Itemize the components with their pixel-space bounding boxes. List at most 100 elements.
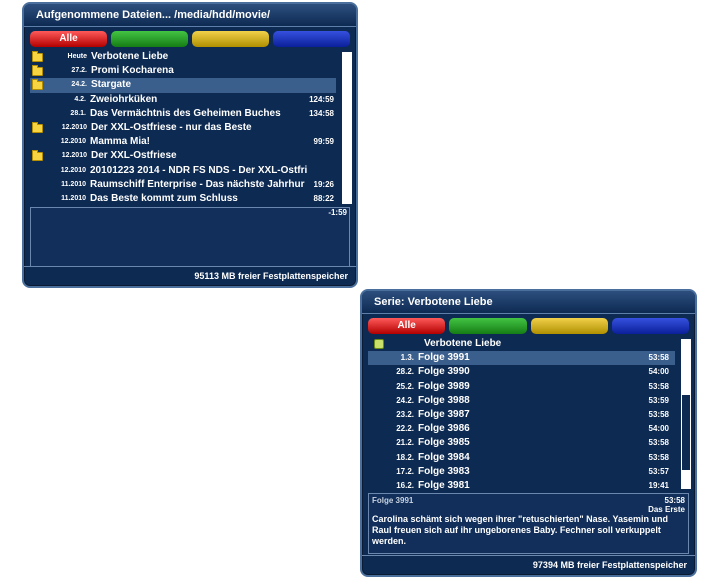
recording-duration: 134:58 xyxy=(309,108,334,118)
folder-icon xyxy=(32,149,43,161)
recording-date: 11.2010 xyxy=(61,180,86,188)
scrollbar[interactable] xyxy=(681,339,691,489)
recording-row[interactable]: 12.2010 Mamma Mia! 99:59 xyxy=(30,135,336,149)
recording-date: 12.2010 xyxy=(60,138,86,146)
recording-title: Der XXL-Ostfriese xyxy=(91,150,177,162)
window-title: Aufgenommene Dateien... /media/hdd/movie… xyxy=(24,4,356,27)
recording-duration: 88:22 xyxy=(313,193,334,203)
recording-title: Mamma Mia! xyxy=(90,136,151,148)
episode-date: 24.2. xyxy=(396,395,414,405)
episode-row[interactable]: 18.2. Folge 3984 53:58 xyxy=(368,451,675,465)
recording-date: 12.2010 xyxy=(61,152,87,160)
episode-duration: 53:58 xyxy=(648,438,669,448)
episode-row[interactable]: 16.2. Folge 3981 19:41 xyxy=(368,479,675,493)
episode-title: Folge 3988 xyxy=(418,394,470,406)
info-time: 53:58 xyxy=(664,496,685,505)
color-button-bar: Alle xyxy=(362,314,695,337)
recording-row[interactable]: 11.2010 Raumschiff Enterprise - Das nächs… xyxy=(30,178,336,192)
red-button[interactable]: Alle xyxy=(368,318,446,334)
episode-duration: 53:58 xyxy=(648,452,669,462)
episode-date: 21.2. xyxy=(396,438,414,448)
episode-date: 18.2. xyxy=(396,452,414,462)
recording-date: 4.2. xyxy=(74,95,86,103)
recording-date: 27.2. xyxy=(71,67,87,75)
series-header-row[interactable]: Verbotene Liebe xyxy=(368,337,675,351)
recording-title: Das Beste kommt zum Schluss xyxy=(90,192,238,204)
episode-date: 25.2. xyxy=(396,381,414,391)
recording-row[interactable]: 24.2. Stargate xyxy=(30,78,336,93)
episode-title: Folge 3989 xyxy=(418,380,470,392)
series-window: Serie: Verbotene Liebe Alle Verbotene Li… xyxy=(360,289,697,577)
yellow-button[interactable] xyxy=(192,31,269,47)
episode-duration: 53:58 xyxy=(648,353,669,363)
episode-title: Folge 3990 xyxy=(418,366,470,378)
episode-title: Folge 3983 xyxy=(418,465,470,477)
blue-button[interactable] xyxy=(611,318,689,334)
episode-row[interactable]: 28.2. Folge 3990 54:00 xyxy=(368,365,675,379)
green-button[interactable] xyxy=(449,318,527,334)
recording-duration: 99:59 xyxy=(313,137,334,147)
recording-row[interactable]: 12.2010 20101223 2014 - NDR FS NDS - Der … xyxy=(30,164,336,178)
recording-title: Das Vermächtnis des Geheimen Buches xyxy=(90,107,281,119)
episode-duration: 53:58 xyxy=(648,410,669,420)
episode-date: 22.2. xyxy=(396,424,414,434)
recording-row[interactable]: 4.2. Zweiohrküken 124:59 xyxy=(30,93,336,107)
recording-title: Promi Kocharena xyxy=(91,65,174,77)
free-space-footer: 97394 MB freier Festplattenspeicher xyxy=(362,555,695,574)
recording-duration: 19:26 xyxy=(313,179,334,189)
recording-row[interactable]: 11.2010 Das Beste kommt zum Schluss 88:22 xyxy=(30,192,336,206)
recording-date: 24.2. xyxy=(71,81,87,89)
info-box: -1:59 xyxy=(30,207,350,267)
blue-button[interactable] xyxy=(273,31,350,47)
folder-icon xyxy=(32,78,43,90)
recording-date: 28.1. xyxy=(70,109,86,117)
info-description: Carolina schämt sich wegen ihrer "retusc… xyxy=(372,514,668,546)
series-folder-icon xyxy=(374,339,384,350)
episode-row[interactable]: 21.2. Folge 3985 53:58 xyxy=(368,436,675,450)
recording-row[interactable]: 12.2010 Der XXL-Ostfriese xyxy=(30,149,336,163)
episode-date: 1.3. xyxy=(400,353,414,363)
recording-row[interactable]: 28.1. Das Vermächtnis des Geheimen Buches… xyxy=(30,107,336,121)
red-button[interactable]: Alle xyxy=(30,31,107,47)
yellow-button[interactable] xyxy=(530,318,608,334)
episode-row[interactable]: 17.2. Folge 3983 53:57 xyxy=(368,465,675,479)
episode-row[interactable]: 23.2. Folge 3987 53:58 xyxy=(368,408,675,422)
episode-title: Folge 3986 xyxy=(418,423,470,435)
episode-list: Verbotene Liebe 1.3. Folge 3991 53:58 28.2.… xyxy=(368,337,675,493)
window-title: Serie: Verbotene Liebe xyxy=(362,291,695,314)
scrollbar[interactable] xyxy=(342,52,352,204)
free-space-footer: 95113 MB freier Festplattenspeicher xyxy=(24,266,356,285)
series-name: Verbotene Liebe xyxy=(424,338,502,350)
recordings-window: Aufgenommene Dateien... /media/hdd/movie… xyxy=(22,2,358,288)
episode-duration: 19:41 xyxy=(648,480,669,490)
episode-duration: 54:00 xyxy=(648,424,669,434)
scrollbar-thumb[interactable] xyxy=(681,394,691,471)
recording-date: 12.2010 xyxy=(61,124,87,132)
episode-row[interactable]: 22.2. Folge 3986 54:00 xyxy=(368,422,675,436)
recording-row[interactable]: Heute Verbotene Liebe xyxy=(30,50,336,64)
recording-date: 12.2010 xyxy=(60,166,86,174)
episode-duration: 53:57 xyxy=(648,466,669,476)
episode-date: 28.2. xyxy=(396,367,414,377)
info-channel: Das Erste xyxy=(648,505,685,514)
folder-icon xyxy=(32,50,43,62)
episode-row[interactable]: 24.2. Folge 3988 53:59 xyxy=(368,394,675,408)
episode-duration: 54:00 xyxy=(648,367,669,377)
episode-row[interactable]: 1.3. Folge 3991 53:58 xyxy=(368,351,675,366)
color-button-bar: Alle xyxy=(24,27,356,50)
recording-title: 20101223 2014 - NDR FS NDS - Der XXL-Ost… xyxy=(90,164,308,176)
episode-date: 16.2. xyxy=(396,480,414,490)
info-box: Folge 3991 53:58 Das Erste Carolina schä… xyxy=(368,493,689,554)
recording-title: Der XXL-Ostfriese - nur das Beste xyxy=(91,122,252,134)
episode-title: Folge 3987 xyxy=(418,409,470,421)
folder-icon xyxy=(32,64,43,76)
green-button[interactable] xyxy=(111,31,188,47)
episode-row[interactable]: 25.2. Folge 3989 53:58 xyxy=(368,380,675,394)
recording-row[interactable]: 12.2010 Der XXL-Ostfriese - nur das Beste xyxy=(30,121,336,135)
info-time: -1:59 xyxy=(328,208,347,217)
recording-title: Verbotene Liebe xyxy=(91,51,169,63)
folder-icon xyxy=(32,121,43,133)
recording-row[interactable]: 27.2. Promi Kocharena xyxy=(30,64,336,78)
episode-date: 17.2. xyxy=(396,466,414,476)
recording-title: Stargate xyxy=(91,79,132,91)
